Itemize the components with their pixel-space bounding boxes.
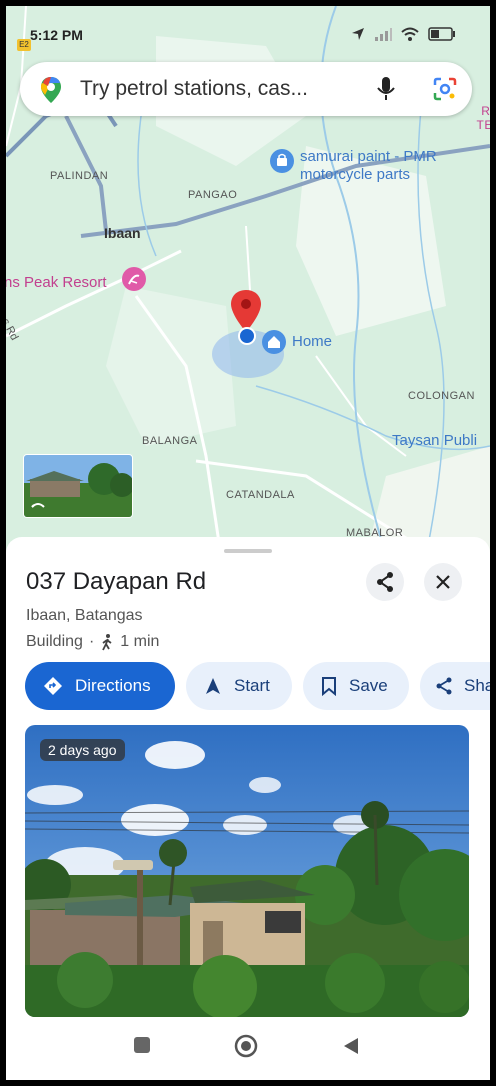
back-button[interactable] bbox=[342, 1037, 360, 1055]
map-label-palindan: PALINDAN bbox=[50, 170, 109, 182]
house-photo-image bbox=[25, 725, 469, 1017]
signal-icon bbox=[375, 28, 392, 41]
separator-dot: · bbox=[88, 633, 95, 650]
store-poi-label[interactable]: samurai paint - PMR motorcycle parts bbox=[300, 148, 437, 184]
share-button[interactable] bbox=[366, 563, 404, 601]
save-button[interactable]: Save bbox=[303, 662, 409, 710]
map-label-ibaan: Ibaan bbox=[104, 225, 141, 241]
wifi-icon bbox=[401, 27, 419, 41]
share-chip-icon bbox=[436, 677, 452, 695]
place-meta: Building · 1 min bbox=[26, 633, 159, 651]
map-edge-label-2: TEL bbox=[476, 118, 490, 132]
map-label-colongan: COLONGAN bbox=[408, 390, 475, 402]
share-icon bbox=[377, 572, 393, 592]
resort-poi-label[interactable]: ns Peak Resort bbox=[6, 274, 107, 291]
search-bar[interactable]: Try petrol stations, cas... bbox=[20, 62, 472, 116]
close-icon bbox=[436, 575, 450, 589]
directions-icon bbox=[44, 677, 62, 695]
map-label-balanga: BALANGA bbox=[142, 435, 198, 447]
store-poi-icon[interactable] bbox=[270, 149, 294, 173]
search-placeholder[interactable]: Try petrol stations, cas... bbox=[80, 77, 308, 101]
walking-icon bbox=[102, 634, 112, 651]
recent-apps-button[interactable] bbox=[134, 1037, 150, 1053]
map-edge-label-1: RT bbox=[481, 104, 490, 118]
map-label-catandala: CATANDALA bbox=[226, 489, 295, 501]
place-title: 037 Dayapan Rd bbox=[26, 568, 207, 595]
walk-time: 1 min bbox=[120, 633, 160, 650]
battery-icon bbox=[428, 27, 455, 41]
place-type: Building bbox=[26, 633, 83, 650]
google-lens-icon[interactable] bbox=[432, 76, 458, 102]
close-button[interactable] bbox=[424, 563, 462, 601]
save-label: Save bbox=[349, 676, 388, 695]
home-label[interactable]: Home bbox=[292, 333, 332, 351]
resort-poi-icon[interactable] bbox=[122, 267, 146, 291]
map-view[interactable]: E2 5:12 PM Try petrol stations, cas... R… bbox=[6, 6, 490, 556]
place-details-sheet[interactable]: 037 Dayapan Rd Ibaan, Batangas Building … bbox=[6, 537, 490, 1017]
map-label-pangao: PANGAO bbox=[188, 189, 238, 201]
directions-label: Directions bbox=[75, 676, 151, 695]
directions-button[interactable]: Directions bbox=[25, 662, 175, 710]
bookmark-icon bbox=[322, 677, 336, 696]
start-button[interactable]: Start bbox=[186, 662, 292, 710]
microphone-icon[interactable] bbox=[375, 76, 397, 102]
place-address: Ibaan, Batangas bbox=[26, 607, 143, 624]
street-view-thumbnail[interactable] bbox=[23, 454, 133, 518]
start-label: Start bbox=[234, 676, 270, 695]
notification-badge: E2 bbox=[17, 39, 31, 51]
photo-age-badge: 2 days ago bbox=[40, 739, 125, 761]
school-poi-label[interactable]: Taysan Publi bbox=[392, 432, 477, 450]
share-chip-button[interactable]: Sha bbox=[420, 662, 490, 710]
maps-logo-icon bbox=[41, 77, 61, 103]
share-label: Sha bbox=[464, 676, 490, 695]
location-arrow-icon bbox=[352, 28, 364, 40]
action-chips: Directions Start Save Sha bbox=[25, 662, 490, 712]
place-photo[interactable]: 2 days ago bbox=[25, 725, 469, 1017]
status-bar: E2 5:12 PM bbox=[6, 24, 490, 51]
clock: 5:12 PM bbox=[30, 27, 83, 43]
home-button[interactable] bbox=[234, 1034, 258, 1058]
drag-handle[interactable] bbox=[224, 549, 272, 553]
home-icon[interactable] bbox=[262, 330, 286, 354]
system-nav-bar bbox=[6, 1017, 490, 1080]
phone-screen: E2 5:12 PM Try petrol stations, cas... R… bbox=[6, 6, 490, 1080]
navigation-arrow-icon bbox=[206, 678, 220, 694]
my-location-dot bbox=[238, 327, 256, 345]
